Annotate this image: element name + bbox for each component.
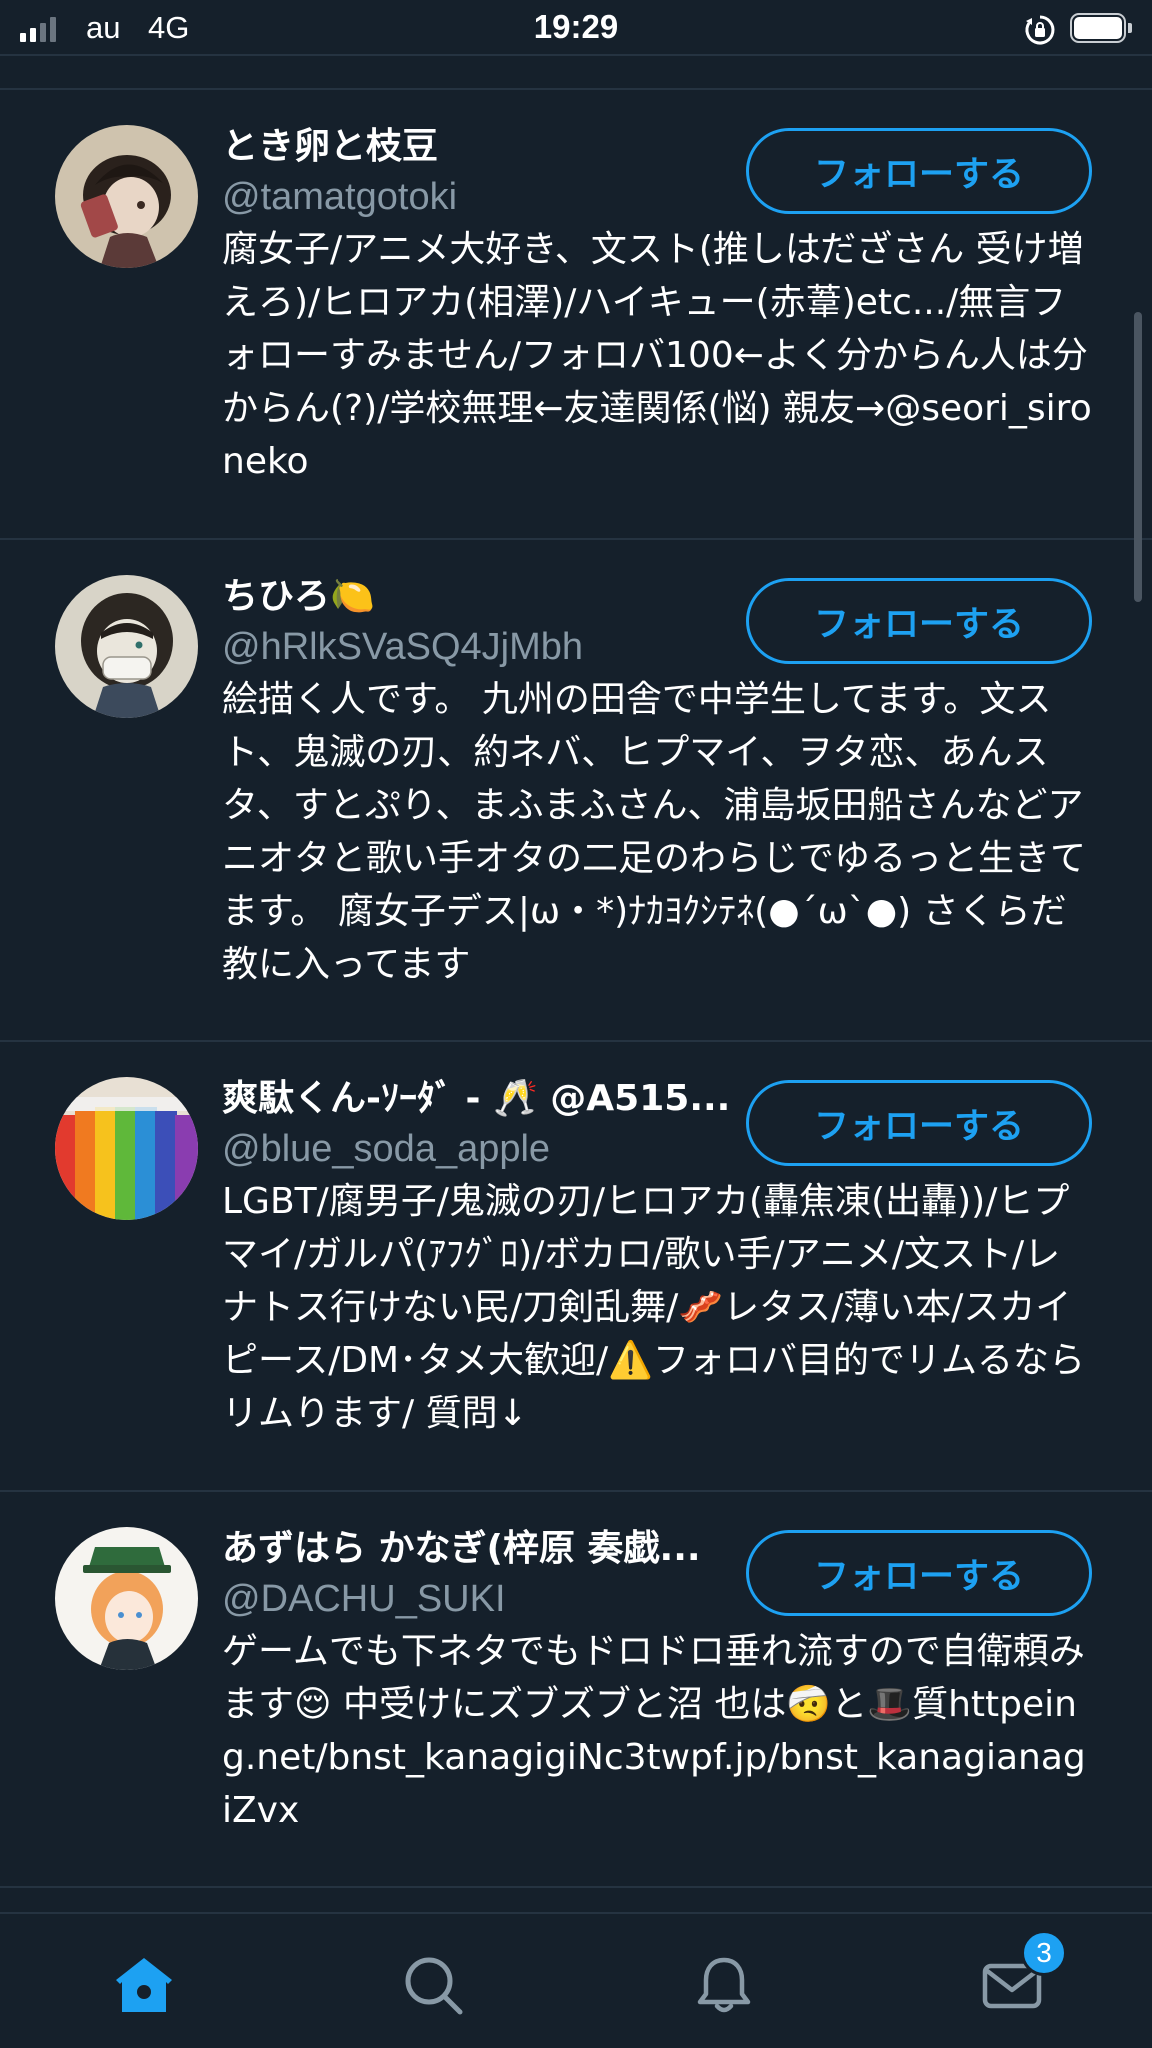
rotation-lock-icon bbox=[1025, 15, 1055, 45]
avatar[interactable] bbox=[55, 125, 198, 268]
follow-button[interactable]: フォローする bbox=[746, 578, 1092, 664]
display-name: 爽駄くん-ｿｰﾀﾞ - 🥂 @A515... bbox=[222, 1078, 731, 1119]
user-bio: 腐女子/アニメ大好き、文スト(推しはだざさん 受け増えろ)/ヒロアカ(相澤)/ハ… bbox=[222, 229, 1092, 482]
follow-button[interactable]: フォローする bbox=[746, 128, 1092, 214]
list-item[interactable]: ちひろ🍋 @hRlkSVaSQ4JjMbh 絵描く人です。 九州の田舎で中学生し… bbox=[0, 540, 1152, 1042]
display-name: あずはら かなぎ(梓原 奏戯... bbox=[222, 1528, 701, 1569]
tab-bar bbox=[0, 1912, 1152, 2048]
user-bio: ゲームでも下ネタでもドロドロ垂れ流すので自衛頼みます😌 中受けにズブズブと沼 也… bbox=[222, 1631, 1086, 1831]
list-item[interactable]: あずはら かなぎ(梓原 奏戯... @DACHU_SUKI ゲームでも下ネタでも… bbox=[0, 1492, 1152, 1888]
follow-button[interactable]: フォローする bbox=[746, 1530, 1092, 1616]
home-icon[interactable] bbox=[112, 1954, 176, 2018]
list-item[interactable]: とき卵と枝豆 @tamatgotoki 腐女子/アニメ大好き、文スト(推しはだざ… bbox=[0, 90, 1152, 540]
battery-icon bbox=[1070, 13, 1134, 43]
display-name: ちひろ🍋 bbox=[222, 576, 375, 617]
user-bio: 絵描く人です。 九州の田舎で中学生してます。文スト、鬼滅の刃、約ネバ、ヒプマイ、… bbox=[222, 679, 1087, 985]
avatar[interactable] bbox=[55, 1077, 198, 1220]
display-name: とき卵と枝豆 bbox=[222, 126, 439, 167]
avatar[interactable] bbox=[55, 575, 198, 718]
bell-icon[interactable] bbox=[692, 1954, 756, 2018]
status-bar: au 4G 19:29 bbox=[0, 0, 1152, 56]
list-item[interactable]: 爽駄くん-ｿｰﾀﾞ - 🥂 @A515... @blue_soda_apple … bbox=[0, 1042, 1152, 1492]
follow-button[interactable]: フォローする bbox=[746, 1080, 1092, 1166]
user-list: とき卵と枝豆 @tamatgotoki 腐女子/アニメ大好き、文スト(推しはだざ… bbox=[0, 88, 1152, 1888]
search-icon[interactable] bbox=[402, 1954, 466, 2018]
user-bio: LGBT/腐男子/鬼滅の刃/ヒロアカ(轟焦凍(出轟))/ヒプマイ/ガルパ(ｱﾌｸ… bbox=[222, 1181, 1085, 1434]
scrollbar[interactable] bbox=[1134, 312, 1142, 602]
status-time: 19:29 bbox=[533, 8, 619, 45]
messages-badge: 3 bbox=[1021, 1930, 1067, 1976]
avatar[interactable] bbox=[55, 1527, 198, 1670]
screen: au 4G 19:29 とき卵と枝豆 @tamatgotoki 腐女子/アニメ大… bbox=[0, 0, 1152, 2048]
